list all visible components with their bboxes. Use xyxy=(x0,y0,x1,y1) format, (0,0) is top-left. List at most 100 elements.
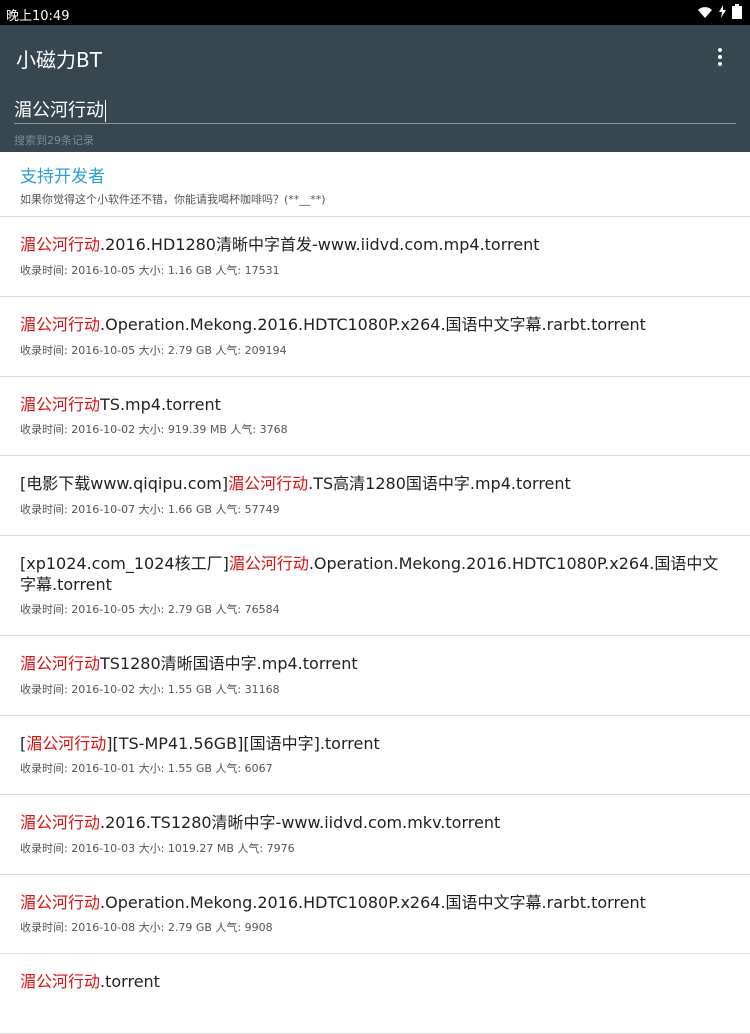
size-label: 大小: xyxy=(138,762,165,775)
popularity-label: 人气: xyxy=(215,683,242,696)
title-segment: .torrent xyxy=(100,972,160,991)
result-item[interactable]: 湄公河行动.torrent xyxy=(0,954,750,1034)
keyword-highlight: 湄公河行动 xyxy=(26,734,107,753)
support-title: 支持开发者 xyxy=(20,167,105,187)
title-segment: .2016.HD1280清晰中字首发-www.iidvd.com.mp4.tor… xyxy=(100,235,540,254)
result-item[interactable]: 湄公河行动.Operation.Mekong.2016.HDTC1080P.x2… xyxy=(0,875,750,954)
result-item[interactable]: 湄公河行动.Operation.Mekong.2016.HDTC1080P.x2… xyxy=(0,297,750,377)
search-input[interactable]: 湄公河行动 xyxy=(14,96,734,122)
result-item[interactable]: 湄公河行动TS1280清晰国语中字.mp4.torrent 收录时间: 2016-… xyxy=(0,636,750,716)
support-description: 如果你觉得这个小软件还不错，你能请我喝杯咖啡吗？(**__**) xyxy=(20,193,326,206)
result-popularity: 3768 xyxy=(259,423,288,436)
title-segment: [xp1024.com_1024核工厂] xyxy=(20,554,229,573)
more-vert-icon[interactable] xyxy=(707,44,733,70)
status-time: 晚上10:49 xyxy=(6,9,70,24)
result-item[interactable]: [电影下载www.qiqipu.com]湄公河行动.TS高清1280国语中字.m… xyxy=(0,456,750,536)
search-input-value: 湄公河行动 xyxy=(14,100,104,121)
result-popularity: 57749 xyxy=(244,503,280,516)
keyword-highlight: 湄公河行动 xyxy=(20,654,101,673)
result-size: 2.79 GB xyxy=(167,603,212,616)
title-segment: TS.mp4.torrent xyxy=(100,395,221,414)
result-title: 湄公河行动.Operation.Mekong.2016.HDTC1080P.x2… xyxy=(20,892,732,913)
result-date: 2016-10-03 xyxy=(71,842,136,855)
result-size: 1019.27 MB xyxy=(167,842,234,855)
support-developer-item[interactable]: 支持开发者 如果你觉得这个小软件还不错，你能请我喝杯咖啡吗？(**__**) xyxy=(0,152,750,217)
result-meta: 收录时间: 2016-10-05 大小: 2.79 GB 人气: 209194 xyxy=(20,342,287,358)
time-label: 收录时间: xyxy=(20,344,68,357)
result-meta: 收录时间: 2016-10-01 大小: 1.55 GB 人气: 6067 xyxy=(20,760,273,776)
title-segment: [电影下载www.qiqipu.com] xyxy=(20,474,229,493)
result-size: 919.39 MB xyxy=(167,423,227,436)
result-item[interactable]: [xp1024.com_1024核工厂]湄公河行动.Operation.Meko… xyxy=(0,536,750,636)
result-size: 1.55 GB xyxy=(167,683,212,696)
status-icons xyxy=(697,4,742,19)
time-label: 收录时间: xyxy=(20,921,68,934)
result-size: 1.66 GB xyxy=(167,503,212,516)
result-item[interactable]: [湄公河行动][TS-MP41.56GB][国语中字].torrent 收录时间:… xyxy=(0,716,750,795)
popularity-label: 人气: xyxy=(230,423,257,436)
result-size: 1.16 GB xyxy=(167,264,212,277)
popularity-label: 人气: xyxy=(237,842,264,855)
result-title: [xp1024.com_1024核工厂]湄公河行动.Operation.Meko… xyxy=(20,553,732,595)
result-date: 2016-10-08 xyxy=(71,921,136,934)
result-item[interactable]: 湄公河行动.2016.TS1280清晰中字-www.iidvd.com.mkv.… xyxy=(0,795,750,875)
result-size: 1.55 GB xyxy=(167,762,212,775)
time-label: 收录时间: xyxy=(20,842,68,855)
popularity-label: 人气: xyxy=(215,762,242,775)
result-title: 湄公河行动.2016.TS1280清晰中字-www.iidvd.com.mkv.… xyxy=(20,812,732,833)
popularity-label: 人气: xyxy=(215,264,242,277)
result-popularity: 7976 xyxy=(266,842,295,855)
result-popularity: 17531 xyxy=(244,264,280,277)
app-bar: 小磁力BT 湄公河行动 搜索到29条记录 xyxy=(0,25,750,152)
result-meta: 收录时间: 2016-10-02 大小: 1.55 GB 人气: 31168 xyxy=(20,681,280,697)
time-label: 收录时间: xyxy=(20,423,68,436)
size-label: 大小: xyxy=(138,921,165,934)
keyword-highlight: 湄公河行动 xyxy=(20,893,101,912)
charging-icon xyxy=(719,5,726,18)
result-title: 湄公河行动TS.mp4.torrent xyxy=(20,394,732,415)
result-date: 2016-10-07 xyxy=(71,503,136,516)
keyword-highlight: 湄公河行动 xyxy=(20,235,101,254)
title-segment: .Operation.Mekong.2016.HDTC1080P.x264.国语… xyxy=(100,893,646,912)
result-popularity: 6067 xyxy=(244,762,273,775)
size-label: 大小: xyxy=(138,503,165,516)
result-date: 2016-10-05 xyxy=(71,264,136,277)
result-meta: 收录时间: 2016-10-03 大小: 1019.27 MB 人气: 7976 xyxy=(20,840,295,856)
result-date: 2016-10-05 xyxy=(71,344,136,357)
time-label: 收录时间: xyxy=(20,603,68,616)
results-list: 支持开发者 如果你觉得这个小软件还不错，你能请我喝杯咖啡吗？(**__**) 湄… xyxy=(0,152,750,1034)
result-title: [湄公河行动][TS-MP41.56GB][国语中字].torrent xyxy=(20,733,732,754)
result-item[interactable]: 湄公河行动.2016.HD1280清晰中字首发-www.iidvd.com.mp… xyxy=(0,217,750,297)
title-segment: .2016.TS1280清晰中字-www.iidvd.com.mkv.torre… xyxy=(100,813,501,832)
result-date: 2016-10-02 xyxy=(71,423,136,436)
size-label: 大小: xyxy=(138,423,165,436)
wifi-icon xyxy=(697,5,713,19)
title-segment: .TS高清1280国语中字.mp4.torrent xyxy=(308,474,571,493)
result-popularity: 9908 xyxy=(244,921,273,934)
battery-icon xyxy=(732,4,742,19)
size-label: 大小: xyxy=(138,603,165,616)
result-popularity: 76584 xyxy=(244,603,280,616)
result-title: [电影下载www.qiqipu.com]湄公河行动.TS高清1280国语中字.m… xyxy=(20,473,732,494)
result-title: 湄公河行动.2016.HD1280清晰中字首发-www.iidvd.com.mp… xyxy=(20,234,732,255)
time-label: 收录时间: xyxy=(20,683,68,696)
text-cursor xyxy=(105,100,106,122)
result-meta: 收录时间: 2016-10-05 大小: 2.79 GB 人气: 76584 xyxy=(20,601,280,617)
title-segment: ][TS-MP41.56GB][国语中字].torrent xyxy=(106,734,380,753)
keyword-highlight: 湄公河行动 xyxy=(228,474,309,493)
result-size: 2.79 GB xyxy=(167,344,212,357)
keyword-highlight: 湄公河行动 xyxy=(20,315,101,334)
result-popularity: 209194 xyxy=(244,344,287,357)
result-popularity: 31168 xyxy=(244,683,280,696)
keyword-highlight: 湄公河行动 xyxy=(20,813,101,832)
app-title: 小磁力BT xyxy=(16,48,102,72)
title-segment: .Operation.Mekong.2016.HDTC1080P.x264.国语… xyxy=(100,315,646,334)
keyword-highlight: 湄公河行动 xyxy=(20,972,101,991)
size-label: 大小: xyxy=(138,264,165,277)
result-date: 2016-10-01 xyxy=(71,762,136,775)
result-count: 搜索到29条记录 xyxy=(14,134,94,147)
result-item[interactable]: 湄公河行动TS.mp4.torrent 收录时间: 2016-10-02 大小: … xyxy=(0,377,750,456)
result-date: 2016-10-02 xyxy=(71,683,136,696)
keyword-highlight: 湄公河行动 xyxy=(228,554,309,573)
result-size: 2.79 GB xyxy=(167,921,212,934)
